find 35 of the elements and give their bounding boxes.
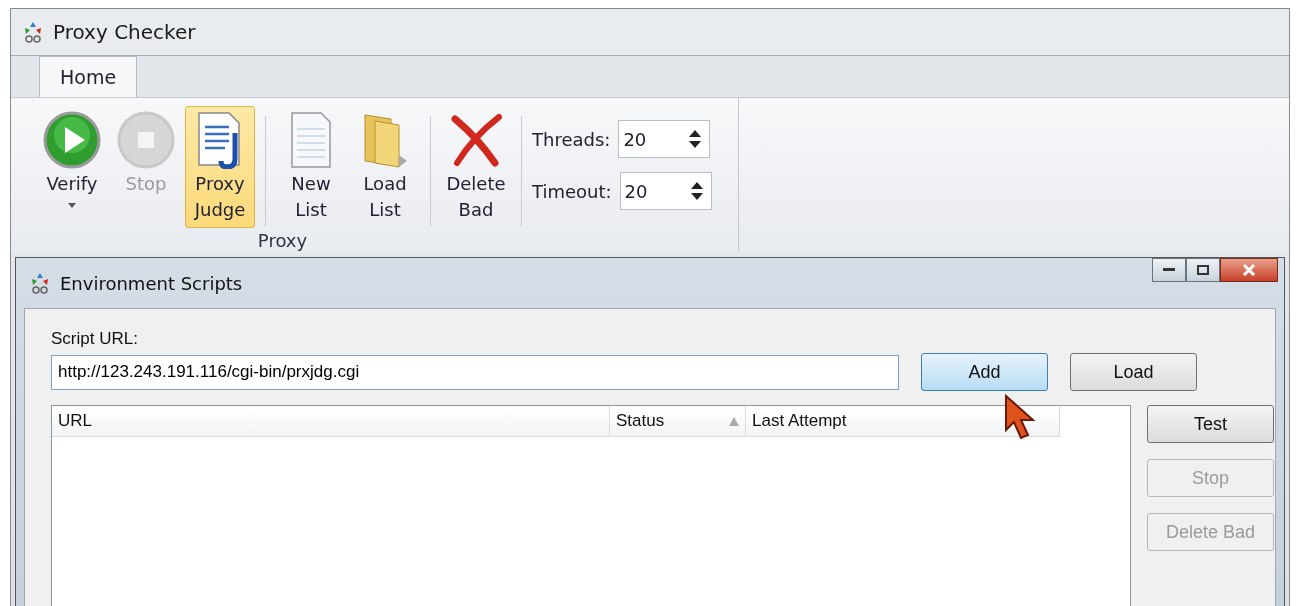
spin-arrows-icon[interactable] [690,182,703,200]
ribbon-tab[interactable]: Home [39,56,138,97]
dialog-button[interactable]: Add [921,353,1048,391]
ribbon-button[interactable]: Delete Bad [441,106,511,228]
ribbon-button[interactable]: Proxy Judge [185,106,255,228]
spinner-label: Threads: [532,128,611,150]
stop-icon [117,111,175,169]
url-list[interactable]: URL Status Last Attempt [51,405,1131,606]
column-header[interactable]: Status [610,406,746,436]
ribbon-button[interactable]: Load List [350,106,420,228]
number-spinner[interactable]: 20 [618,120,711,158]
folder-icon [361,111,409,169]
ribbon-button[interactable]: Verify [37,106,107,213]
maximize-button[interactable] [1186,258,1220,282]
spin-arrows-icon[interactable] [689,130,702,148]
dialog-title: Environment Scripts [60,272,243,294]
ribbon-button[interactable]: New List [276,106,346,228]
column-header[interactable]: URL [52,406,610,436]
maximize-icon [1197,265,1209,275]
window-title: Proxy Checker [53,20,196,44]
minimize-icon [1163,268,1175,272]
minimize-button[interactable] [1152,258,1186,282]
sort-icon [729,416,739,426]
url-input-field[interactable]: http://123.243.191.116/cgi-bin/prxjdg.cgi [51,354,899,390]
blank-page-icon [289,111,333,169]
spinner-label: Timeout: [532,180,612,202]
caret-icon [68,203,76,208]
close-button[interactable] [1220,258,1278,282]
dialog-button[interactable]: Load [1070,353,1197,391]
field-label: Script URL: [51,329,138,348]
close-icon [1242,264,1256,276]
number-spinner[interactable]: 20 [619,172,712,210]
group-label: Proxy [257,230,308,251]
play-icon [43,111,101,169]
side-button[interactable]: Test [1147,405,1274,443]
